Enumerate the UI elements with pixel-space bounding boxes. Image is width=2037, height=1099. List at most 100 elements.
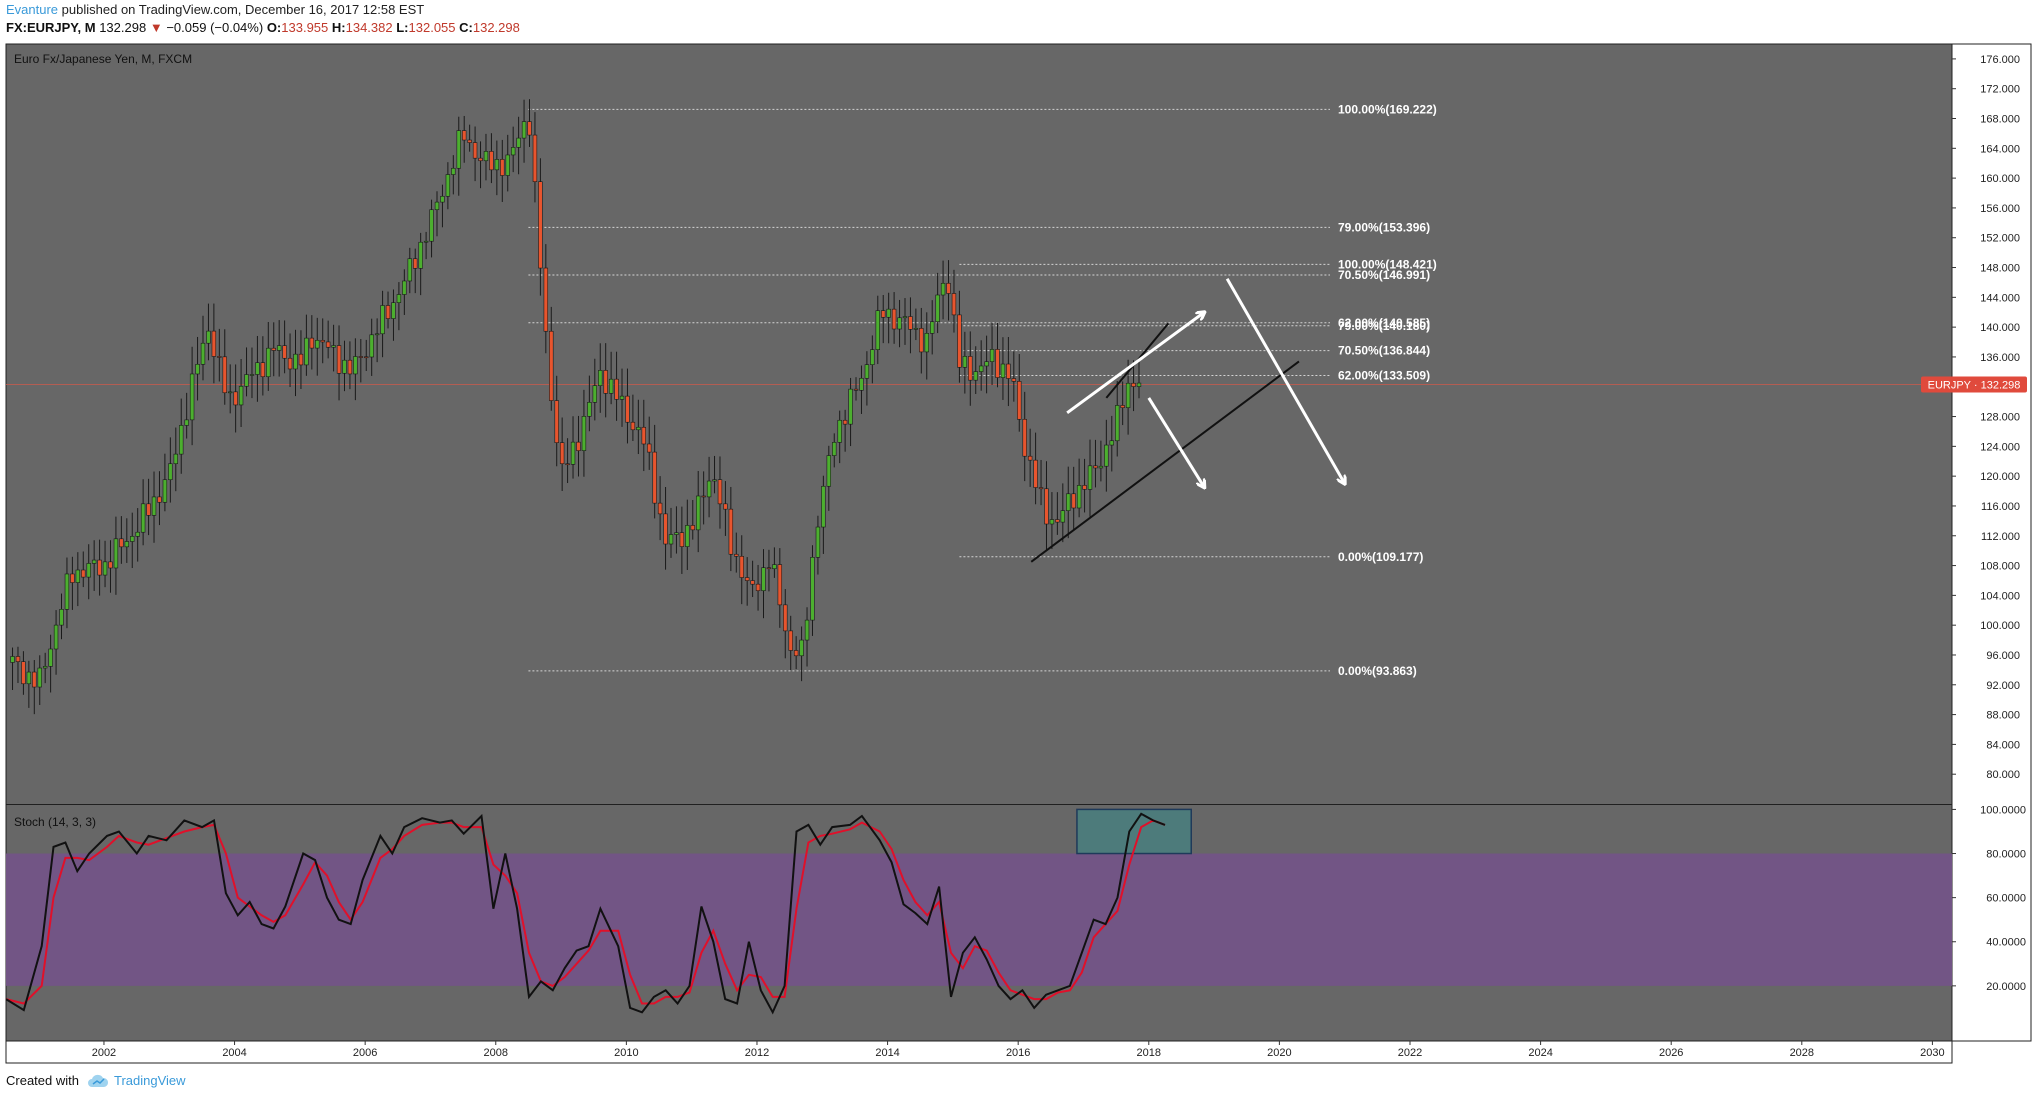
candle-body xyxy=(559,442,565,465)
candle-body xyxy=(706,480,712,498)
candle-body xyxy=(42,666,48,669)
time-tick-label: 2008 xyxy=(484,1047,508,1059)
time-tick-label: 2020 xyxy=(1267,1047,1291,1059)
candle-body xyxy=(1136,382,1142,387)
time-tick-label: 2028 xyxy=(1790,1047,1814,1059)
candle-body xyxy=(53,624,59,650)
candle-body xyxy=(418,241,423,269)
candle-body xyxy=(510,147,516,156)
candle-body xyxy=(989,349,995,362)
candle-body xyxy=(1082,485,1087,490)
candle-body xyxy=(380,305,385,335)
candle-body xyxy=(804,619,810,641)
candle-body xyxy=(581,416,587,451)
candle-body xyxy=(619,395,625,400)
price-tag: EURJPY · 132.298 xyxy=(1921,376,2027,393)
fib-level-label: 62.00%(133.509) xyxy=(1338,369,1430,383)
candle-body xyxy=(364,356,369,359)
candle-body xyxy=(227,391,233,394)
candle-body xyxy=(815,526,821,558)
candle-body xyxy=(630,421,636,431)
candle-body xyxy=(238,385,244,406)
price-tick-label: 124.000 xyxy=(1980,441,2020,453)
candle-body xyxy=(826,455,832,487)
candle-body xyxy=(37,667,42,688)
price-tick-label: 92.000 xyxy=(1986,680,2020,692)
candle-body xyxy=(663,513,668,545)
candle-body xyxy=(1011,378,1017,382)
candle-body xyxy=(75,569,81,583)
candle-body xyxy=(48,648,53,667)
candle-body xyxy=(429,209,434,242)
candle-body xyxy=(276,345,282,351)
candle-body xyxy=(325,341,331,348)
candle-body xyxy=(108,561,113,569)
candle-body xyxy=(625,395,630,423)
price-tick-label: 164.000 xyxy=(1980,143,2020,155)
candle-body xyxy=(1044,488,1049,525)
candle-body xyxy=(734,553,739,557)
tradingview-link[interactable]: TradingView xyxy=(87,1073,186,1088)
candle-body xyxy=(102,561,108,576)
candle-body xyxy=(652,451,657,504)
price-tick-label: 136.000 xyxy=(1980,352,2020,364)
candle-body xyxy=(32,671,37,688)
candle-body xyxy=(772,564,777,570)
candle-body xyxy=(875,310,880,350)
candle-body xyxy=(130,536,135,542)
candle-body xyxy=(1000,363,1006,378)
candle-body xyxy=(440,195,445,203)
candle-body xyxy=(929,321,935,334)
candle-body xyxy=(516,137,521,148)
time-tick-label: 2002 xyxy=(92,1047,116,1059)
chart-canvas[interactable]: 100.00%(169.222)79.00%(153.396)100.00%(1… xyxy=(0,0,2037,1099)
price-tick-label: 148.000 xyxy=(1980,263,2020,275)
candle-body xyxy=(271,347,276,351)
candle-body xyxy=(70,573,75,583)
candle-body xyxy=(744,577,750,581)
price-tick-label: 80.000 xyxy=(1986,769,2020,781)
price-tick-label: 152.000 xyxy=(1980,233,2020,245)
candle-body xyxy=(200,342,206,365)
fib-level-label: 70.50%(136.844) xyxy=(1338,344,1430,358)
candle-body xyxy=(810,557,815,621)
candle-body xyxy=(543,267,549,332)
fib-level-label: 70.50%(146.991) xyxy=(1338,268,1430,282)
price-tick-label: 172.000 xyxy=(1980,84,2020,96)
candle-body xyxy=(636,426,641,431)
candle-body xyxy=(870,349,875,365)
price-tick-label: 156.000 xyxy=(1980,203,2020,215)
candle-body xyxy=(1006,363,1011,379)
candle-body xyxy=(260,362,266,378)
candle-body xyxy=(935,294,940,323)
candle-body xyxy=(679,532,685,547)
candle-body xyxy=(282,345,287,359)
candle-body xyxy=(946,282,951,294)
candle-body xyxy=(761,567,766,592)
candle-body xyxy=(978,365,984,372)
tradingview-brand: TradingView xyxy=(113,1073,186,1088)
candle-body xyxy=(859,377,864,391)
candle-body xyxy=(891,308,897,330)
candle-body xyxy=(728,508,734,555)
tradingview-cloud-icon xyxy=(87,1074,109,1087)
candle-body xyxy=(233,391,238,406)
candle-body xyxy=(342,359,347,374)
candle-body xyxy=(445,174,451,197)
price-tick-label: 88.000 xyxy=(1986,710,2020,722)
candle-body xyxy=(119,538,124,548)
candle-body xyxy=(674,532,679,535)
candle-body xyxy=(505,154,510,176)
candle-body xyxy=(15,656,21,662)
candle-body xyxy=(124,541,130,548)
time-tick-label: 2022 xyxy=(1398,1047,1422,1059)
price-tick-label: 140.000 xyxy=(1980,322,2020,334)
candle-body xyxy=(1060,510,1066,523)
candle-body xyxy=(750,580,755,585)
candle-body xyxy=(413,258,418,269)
candle-body xyxy=(1055,519,1060,523)
candle-body xyxy=(1076,485,1082,509)
candle-body xyxy=(59,609,64,626)
candle-body xyxy=(1033,459,1038,488)
candle-body xyxy=(1027,455,1033,461)
